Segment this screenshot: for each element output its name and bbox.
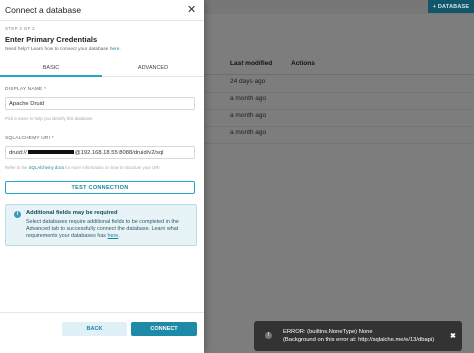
toast-background-line: (Background on this error at: http://sql… [283, 337, 435, 343]
column-last-modified[interactable]: Last modified [230, 60, 272, 67]
alert-icon: ! [265, 332, 272, 339]
alert-body: Select databases require additional fiel… [26, 219, 194, 241]
sqlalchemy-docs-link[interactable]: SQLAlchemy docs [29, 165, 64, 170]
help-text: Need help? Learn how to connect your dat… [5, 47, 121, 52]
uri-prefix: druid:// [9, 150, 27, 156]
section-heading: Enter Primary Credentials [5, 35, 98, 44]
add-database-button[interactable]: + DATABASE [428, 0, 474, 13]
connect-button[interactable]: CONNECT [131, 322, 197, 336]
sqlalchemy-uri-input[interactable]: druid:// @192.168.18.55:8088/druid/v2/sql [5, 146, 195, 159]
uri-suffix: @192.168.18.55:8088/druid/v2/sql [74, 150, 164, 156]
uri-hint-suffix: for more information on how to structure… [65, 165, 161, 170]
sqlalchemy-uri-label: SQLALCHEMY URI * [5, 136, 54, 141]
connect-database-modal: Connect a database ✕ STEP 2 OF 2 Enter P… [0, 0, 204, 353]
close-icon[interactable]: ✖ [450, 332, 456, 340]
tab-advanced[interactable]: ADVANCED [102, 65, 204, 71]
table-cell-last-modified: a month ago [230, 129, 267, 136]
alert-body-suffix: . [118, 233, 120, 240]
redacted-credentials [27, 150, 74, 155]
alert-body-text: Select databases require additional fiel… [26, 219, 179, 240]
toast-error-line: ERROR: (builtins.NoneType) None [283, 329, 373, 335]
step-indicator: STEP 2 OF 2 [5, 26, 35, 31]
uri-hint-prefix: Refer to the [5, 165, 28, 170]
tab-basic[interactable]: BASIC [0, 65, 102, 71]
alert-title: Additional fields may be required [26, 210, 118, 216]
info-alert: i Additional fields may be required Sele… [5, 204, 197, 246]
display-name-input[interactable]: Apache Druid [5, 97, 195, 110]
back-button[interactable]: BACK [62, 322, 127, 336]
help-text-suffix: . [119, 47, 121, 52]
column-actions: Actions [291, 60, 315, 67]
sqlalchemy-uri-hint: Refer to the SQLAlchemy docs for more in… [5, 165, 161, 170]
active-tab-indicator [0, 75, 102, 77]
test-connection-button[interactable]: TEST CONNECTION [5, 181, 195, 194]
display-name-label: DISPLAY NAME * [5, 87, 47, 92]
modal-title: Connect a database [5, 5, 82, 15]
error-toast: ! ERROR: (builtins.NoneType) None (Backg… [254, 321, 462, 351]
footer-divider [0, 312, 204, 313]
info-icon: i [14, 211, 21, 218]
table-cell-last-modified: a month ago [230, 95, 267, 102]
table-cell-last-modified: a month ago [230, 112, 267, 119]
help-link[interactable]: here [110, 47, 120, 52]
help-text-prefix: Need help? Learn how to connect your dat… [5, 47, 109, 52]
alert-here-link[interactable]: here [108, 233, 119, 239]
display-name-hint: Pick a name to help you identify this da… [5, 116, 94, 121]
modal-header: Connect a database ✕ [0, 0, 204, 21]
close-icon[interactable]: ✕ [187, 3, 196, 16]
table-cell-last-modified: 24 days ago [230, 78, 266, 85]
